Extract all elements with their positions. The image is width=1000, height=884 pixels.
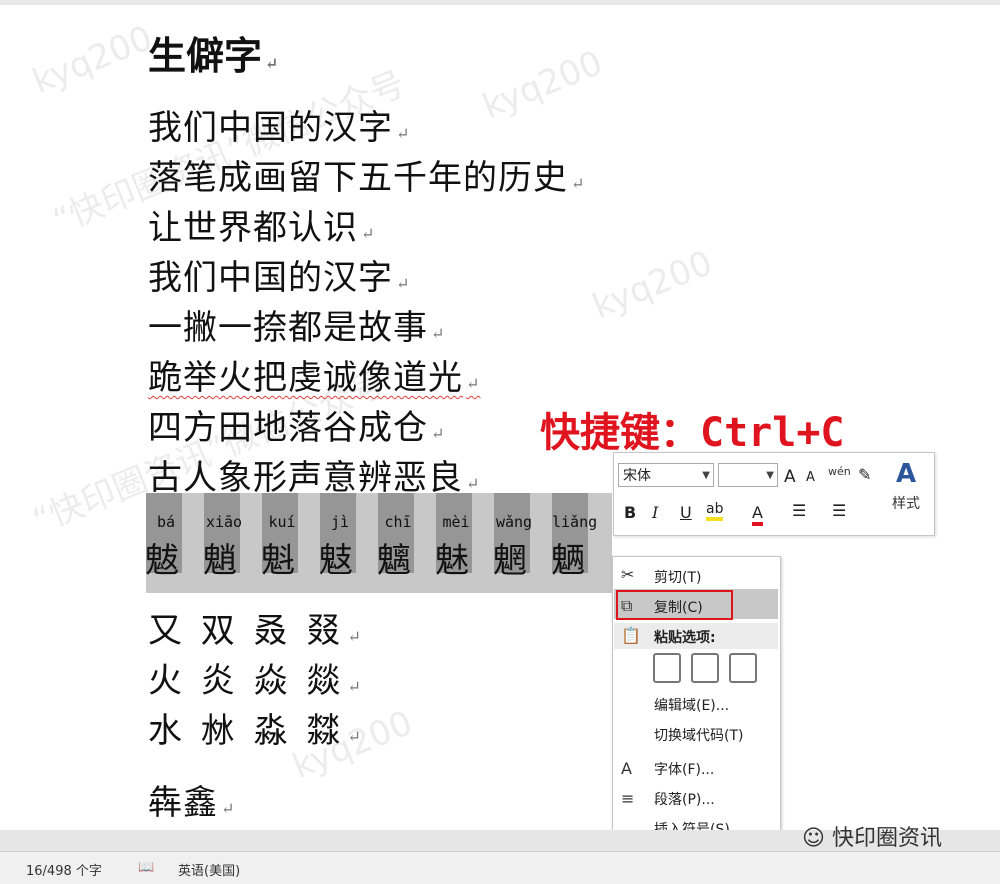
font-name-select[interactable]: 宋体 ▼	[618, 463, 714, 487]
lyric-line[interactable]: 我们中国的汉字 ↵	[148, 100, 410, 149]
bullets-icon[interactable]: ☰	[792, 501, 806, 520]
lyric-line[interactable]: 让世界都认识 ↵	[148, 200, 375, 249]
chevron-down-icon: ▼	[766, 470, 774, 481]
phonetic-guide-icon[interactable]: wén	[828, 465, 851, 478]
wechat-icon: ☺	[802, 826, 825, 851]
selected-char[interactable]: xiāo 魈	[203, 493, 242, 593]
styles-button[interactable]: A 样式	[882, 459, 930, 529]
bold-button[interactable]: B	[624, 503, 636, 522]
paste-text-only-icon[interactable]	[729, 653, 757, 683]
selected-char[interactable]: jì 鬾	[319, 493, 356, 593]
underline-button[interactable]: U	[680, 503, 692, 522]
char-grid-line[interactable]: 又 双 叒 叕 ↵	[148, 603, 365, 652]
copy-highlight-box	[616, 590, 733, 620]
char-grid-line[interactable]: 水 沝 淼 㵘 ↵	[148, 703, 365, 752]
scissors-icon: ✂	[621, 565, 635, 584]
selected-char[interactable]: wǎng 魍	[493, 493, 532, 593]
selected-char[interactable]: mèi 魅	[435, 493, 472, 593]
proofing-icon[interactable]: 📖	[138, 860, 154, 875]
menu-item-cut[interactable]: 剪切(T)	[654, 567, 701, 587]
paste-keep-format-icon[interactable]	[653, 653, 681, 683]
watermark-text: kyq200	[587, 243, 719, 327]
highlight-icon[interactable]: ab	[706, 501, 724, 521]
menu-item-paste-options: 粘贴选项:	[654, 630, 716, 646]
brand-watermark: ☺ 快印圈资讯	[802, 826, 942, 851]
selected-text-row[interactable]: bá 魃 xiāo 魈 kuí 魁 jì 鬾 chī 魑 mèi 魅 wǎng 魍 liǎng…	[145, 493, 612, 593]
shortcut-hint: 快捷键：Ctrl+C	[540, 410, 845, 456]
char-grid-line[interactable]: 火 炎 焱 燚 ↵	[148, 653, 365, 702]
grow-font-button[interactable]: A	[784, 467, 796, 487]
lyric-line[interactable]: 落笔成画留下五千年的历史 ↵	[148, 150, 585, 199]
format-painter-icon[interactable]: ✎	[858, 465, 871, 484]
paragraph-icon: ≡	[621, 789, 635, 808]
word-count[interactable]: 16/498 个字	[26, 860, 102, 879]
lyric-line[interactable]: 跪举火把虔诚像道光 ↵	[148, 350, 480, 399]
font-icon: A	[621, 759, 632, 778]
last-line[interactable]: 犇鑫 ↵	[148, 775, 235, 824]
mini-toolbar: 宋体 ▼ ▼ A A wén ✎ B I U ab A ☰ ☰ A 样式	[613, 452, 935, 536]
selected-char[interactable]: liǎng 魉	[551, 493, 597, 593]
document-canvas[interactable]: kyq200 kyq200 “快印圈资讯”微信公众号 kyq200 “快印圈资讯…	[0, 5, 1000, 830]
styles-icon: A	[895, 459, 917, 489]
font-size-select[interactable]: ▼	[718, 463, 778, 487]
menu-item-font[interactable]: 字体(F)...	[654, 759, 714, 779]
paste-merge-format-icon[interactable]	[691, 653, 719, 683]
status-bar: 16/498 个字 📖 英语(美国)	[0, 851, 1000, 884]
language-indicator[interactable]: 英语(美国)	[178, 860, 240, 879]
menu-item-toggle-field-codes[interactable]: 切换域代码(T)	[654, 725, 743, 745]
watermark-text: kyq200	[477, 43, 609, 127]
font-color-button[interactable]: A	[752, 503, 763, 526]
numbering-icon[interactable]: ☰	[832, 501, 846, 520]
selected-char[interactable]: chī 魑	[377, 493, 414, 593]
paste-icon: 📋	[621, 626, 641, 645]
lyric-line[interactable]: 我们中国的汉字 ↵	[148, 250, 410, 299]
selected-char[interactable]: bá 魃	[145, 493, 182, 593]
lyric-line[interactable]: 四方田地落谷成仓 ↵	[148, 400, 445, 449]
lyric-line[interactable]: 一撇一捺都是故事 ↵	[148, 300, 445, 349]
menu-item-edit-field[interactable]: 编辑域(E)...	[654, 695, 729, 715]
chevron-down-icon: ▼	[702, 470, 710, 481]
selected-char[interactable]: kuí 魁	[261, 493, 298, 593]
lyric-line[interactable]: 古人象形声意辨恶良 ↵	[148, 450, 480, 499]
italic-button[interactable]: I	[652, 503, 658, 522]
menu-item-paragraph[interactable]: 段落(P)...	[654, 789, 715, 809]
document-title[interactable]: 生僻字 ↵	[148, 25, 278, 80]
shrink-font-button[interactable]: A	[806, 470, 815, 485]
watermark-text: kyq200	[27, 18, 159, 102]
